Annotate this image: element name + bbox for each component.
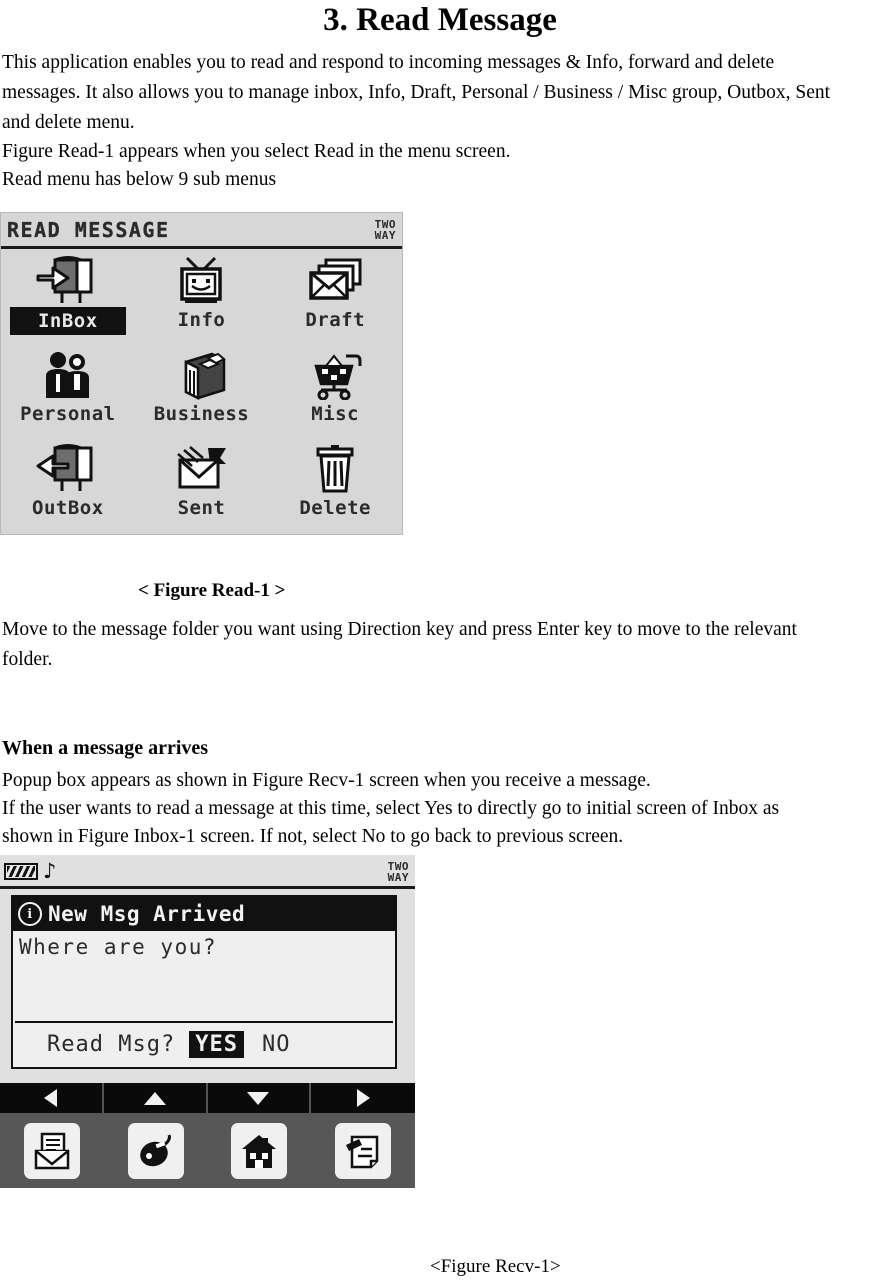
section-paragraph-3: shown in Figure Inbox-1 screen. If not, … (2, 826, 624, 847)
popup-header: i New Msg Arrived (13, 897, 395, 931)
intro-paragraph-line-2: messages. It also allows you to manage i… (2, 82, 831, 103)
document-page: 3. Read Message This application enables… (0, 0, 880, 1283)
menu-item-label: Personal (20, 403, 116, 425)
menu-item-info[interactable]: Info (135, 251, 269, 345)
intro-paragraph-line-4: Figure Read-1 appears when you select Re… (2, 141, 511, 162)
tv-info-icon (171, 255, 231, 307)
softkey-pager[interactable] (127, 1122, 184, 1179)
after-figure-line-2: folder. (2, 649, 53, 670)
softkey-home[interactable] (231, 1122, 288, 1179)
menu-item-label: InBox (9, 307, 126, 335)
outbox-tray-icon (35, 443, 101, 495)
battery-icon (4, 863, 38, 880)
menu-item-inbox[interactable]: InBox (1, 251, 135, 345)
figure-recv-1-screen: ♪ TWO WAY i New Msg Arrived Where are yo… (0, 855, 415, 1188)
after-figure-line-1: Move to the message folder you want usin… (2, 619, 797, 640)
menu-item-label: Business (153, 403, 250, 425)
lcd-status-bar: READ MESSAGE TWO WAY (1, 213, 402, 249)
up-arrow-icon (143, 1091, 166, 1105)
menu-item-label: Misc (311, 403, 360, 425)
yes-button[interactable]: YES (189, 1030, 244, 1058)
menu-item-delete[interactable]: Delete (268, 439, 402, 533)
nav-right-key[interactable] (311, 1083, 415, 1113)
down-arrow-icon (247, 1091, 270, 1105)
intro-paragraph-line-1: This application enables you to read and… (2, 52, 775, 73)
intro-paragraph-line-5: Read menu has below 9 sub menus (2, 169, 277, 190)
new-message-popup: i New Msg Arrived Where are you? Read Ms… (11, 895, 397, 1069)
nav-down-key[interactable] (208, 1083, 312, 1113)
inbox-tray-icon (35, 255, 101, 307)
two-people-icon (39, 349, 97, 401)
softkey-compose[interactable] (335, 1122, 392, 1179)
two-way-badge: TWO WAY (375, 219, 396, 241)
page-title: 3. Read Message (323, 2, 557, 38)
right-arrow-icon (356, 1089, 370, 1107)
popup-header-text: New Msg Arrived (48, 902, 246, 926)
envelope-stack-icon (304, 255, 366, 307)
home-icon (239, 1131, 279, 1171)
two-way-badge: TWO WAY (388, 861, 409, 883)
figure-read-1-screen: READ MESSAGE TWO WAY InBox Info Draft Pe… (0, 212, 403, 535)
popup-footer: Read Msg? YES NO (13, 1023, 395, 1065)
section-paragraph-2: If the user wants to read a message at t… (2, 798, 780, 819)
nav-left-key[interactable] (0, 1083, 104, 1113)
recv-status-bar: ♪ TWO WAY (0, 855, 415, 889)
info-icon: i (18, 902, 42, 926)
compose-icon (343, 1131, 383, 1171)
direction-key-bar (0, 1083, 415, 1113)
menu-item-label: OutBox (32, 497, 104, 519)
nav-up-key[interactable] (104, 1083, 208, 1113)
menu-item-label: Info (177, 309, 226, 331)
menu-item-business[interactable]: Business (135, 345, 269, 439)
file-box-icon (172, 349, 230, 401)
intro-paragraph-line-3: and delete menu. (2, 112, 135, 133)
menu-item-misc[interactable]: Misc (268, 345, 402, 439)
figure-read-1-caption: < Figure Read-1 > (0, 579, 880, 603)
softkey-read-mail[interactable] (23, 1122, 80, 1179)
recv-lcd-area: ♪ TWO WAY i New Msg Arrived Where are yo… (0, 855, 415, 1083)
menu-item-personal[interactable]: Personal (1, 345, 135, 439)
menu-item-label: Draft (305, 309, 366, 331)
popup-message-text: Where are you? (19, 935, 218, 959)
pager-icon (136, 1131, 176, 1171)
two-way-badge-line2: WAY (374, 228, 396, 242)
no-button[interactable]: NO (258, 1031, 295, 1058)
popup-prompt: Read Msg? (47, 1031, 176, 1057)
menu-item-sent[interactable]: Sent (135, 439, 269, 533)
menu-icon-grid: InBox Info Draft Personal Business Misc … (1, 249, 402, 533)
trash-can-icon (309, 443, 361, 495)
left-arrow-icon (44, 1089, 58, 1107)
menu-item-outbox[interactable]: OutBox (1, 439, 135, 533)
flying-envelope-icon (170, 443, 232, 495)
two-way-badge-line2: WAY (387, 870, 409, 884)
section-paragraph-1: Popup box appears as shown in Figure Rec… (2, 770, 651, 791)
music-note-icon: ♪ (43, 859, 57, 883)
popup-divider (15, 1021, 393, 1023)
figure-recv-1-caption: <Figure Recv-1> (430, 1256, 561, 1277)
lcd-screen-title: READ MESSAGE (7, 217, 170, 242)
menu-item-label: Sent (177, 497, 226, 519)
shopping-cart-icon (306, 349, 364, 401)
section-heading: When a message arrives (2, 737, 209, 759)
read-mail-icon (32, 1131, 72, 1171)
menu-item-label: Delete (299, 497, 371, 519)
soft-key-bar (0, 1113, 415, 1188)
popup-body: Where are you? (13, 931, 395, 1023)
status-icons: ♪ (4, 861, 56, 882)
menu-item-draft[interactable]: Draft (268, 251, 402, 345)
figure-caption-text: < Figure Read-1 > (138, 580, 286, 601)
